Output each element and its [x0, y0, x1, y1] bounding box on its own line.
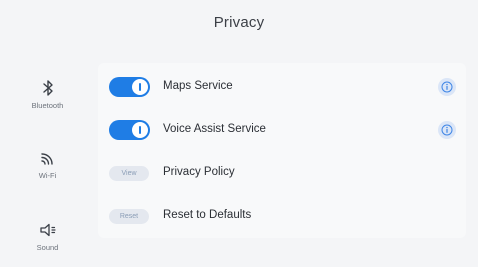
setting-row-reset: Reset Reset to Defaults [98, 201, 466, 231]
view-policy-button[interactable]: View [109, 166, 149, 181]
setting-row-maps: Maps Service [98, 72, 466, 102]
sidebar: Bluetooth Wi-Fi Sound [0, 60, 95, 267]
reset-button[interactable]: Reset [109, 209, 149, 224]
maps-service-toggle[interactable] [109, 77, 150, 97]
sidebar-item-label: Bluetooth [31, 101, 64, 110]
maps-service-label: Maps Service [163, 80, 233, 92]
voice-assist-label: Voice Assist Service [163, 123, 266, 135]
setting-row-voice: Voice Assist Service [98, 115, 466, 145]
privacy-policy-label: Privacy Policy [163, 166, 235, 178]
sidebar-item-wifi[interactable]: Wi-Fi [0, 148, 95, 180]
info-icon[interactable] [438, 121, 456, 139]
sidebar-item-sound[interactable]: Sound [0, 220, 95, 252]
wifi-icon [40, 153, 53, 165]
sidebar-item-bluetooth[interactable]: Bluetooth [0, 78, 95, 110]
sidebar-item-label: Wi-Fi [38, 171, 57, 180]
page-title: Privacy [213, 14, 265, 31]
voice-assist-toggle[interactable] [109, 120, 150, 140]
settings-panel: Maps Service Voice Assist Service View P… [98, 63, 466, 238]
speaker-icon [39, 223, 56, 237]
info-icon[interactable] [438, 78, 456, 96]
bluetooth-icon [42, 80, 53, 96]
privacy-screen: Privacy Bluetooth Wi-Fi Sound Maps Servi… [0, 0, 478, 267]
setting-row-policy: View Privacy Policy [98, 158, 466, 188]
reset-defaults-label: Reset to Defaults [163, 209, 252, 221]
sidebar-item-label: Sound [36, 243, 59, 252]
